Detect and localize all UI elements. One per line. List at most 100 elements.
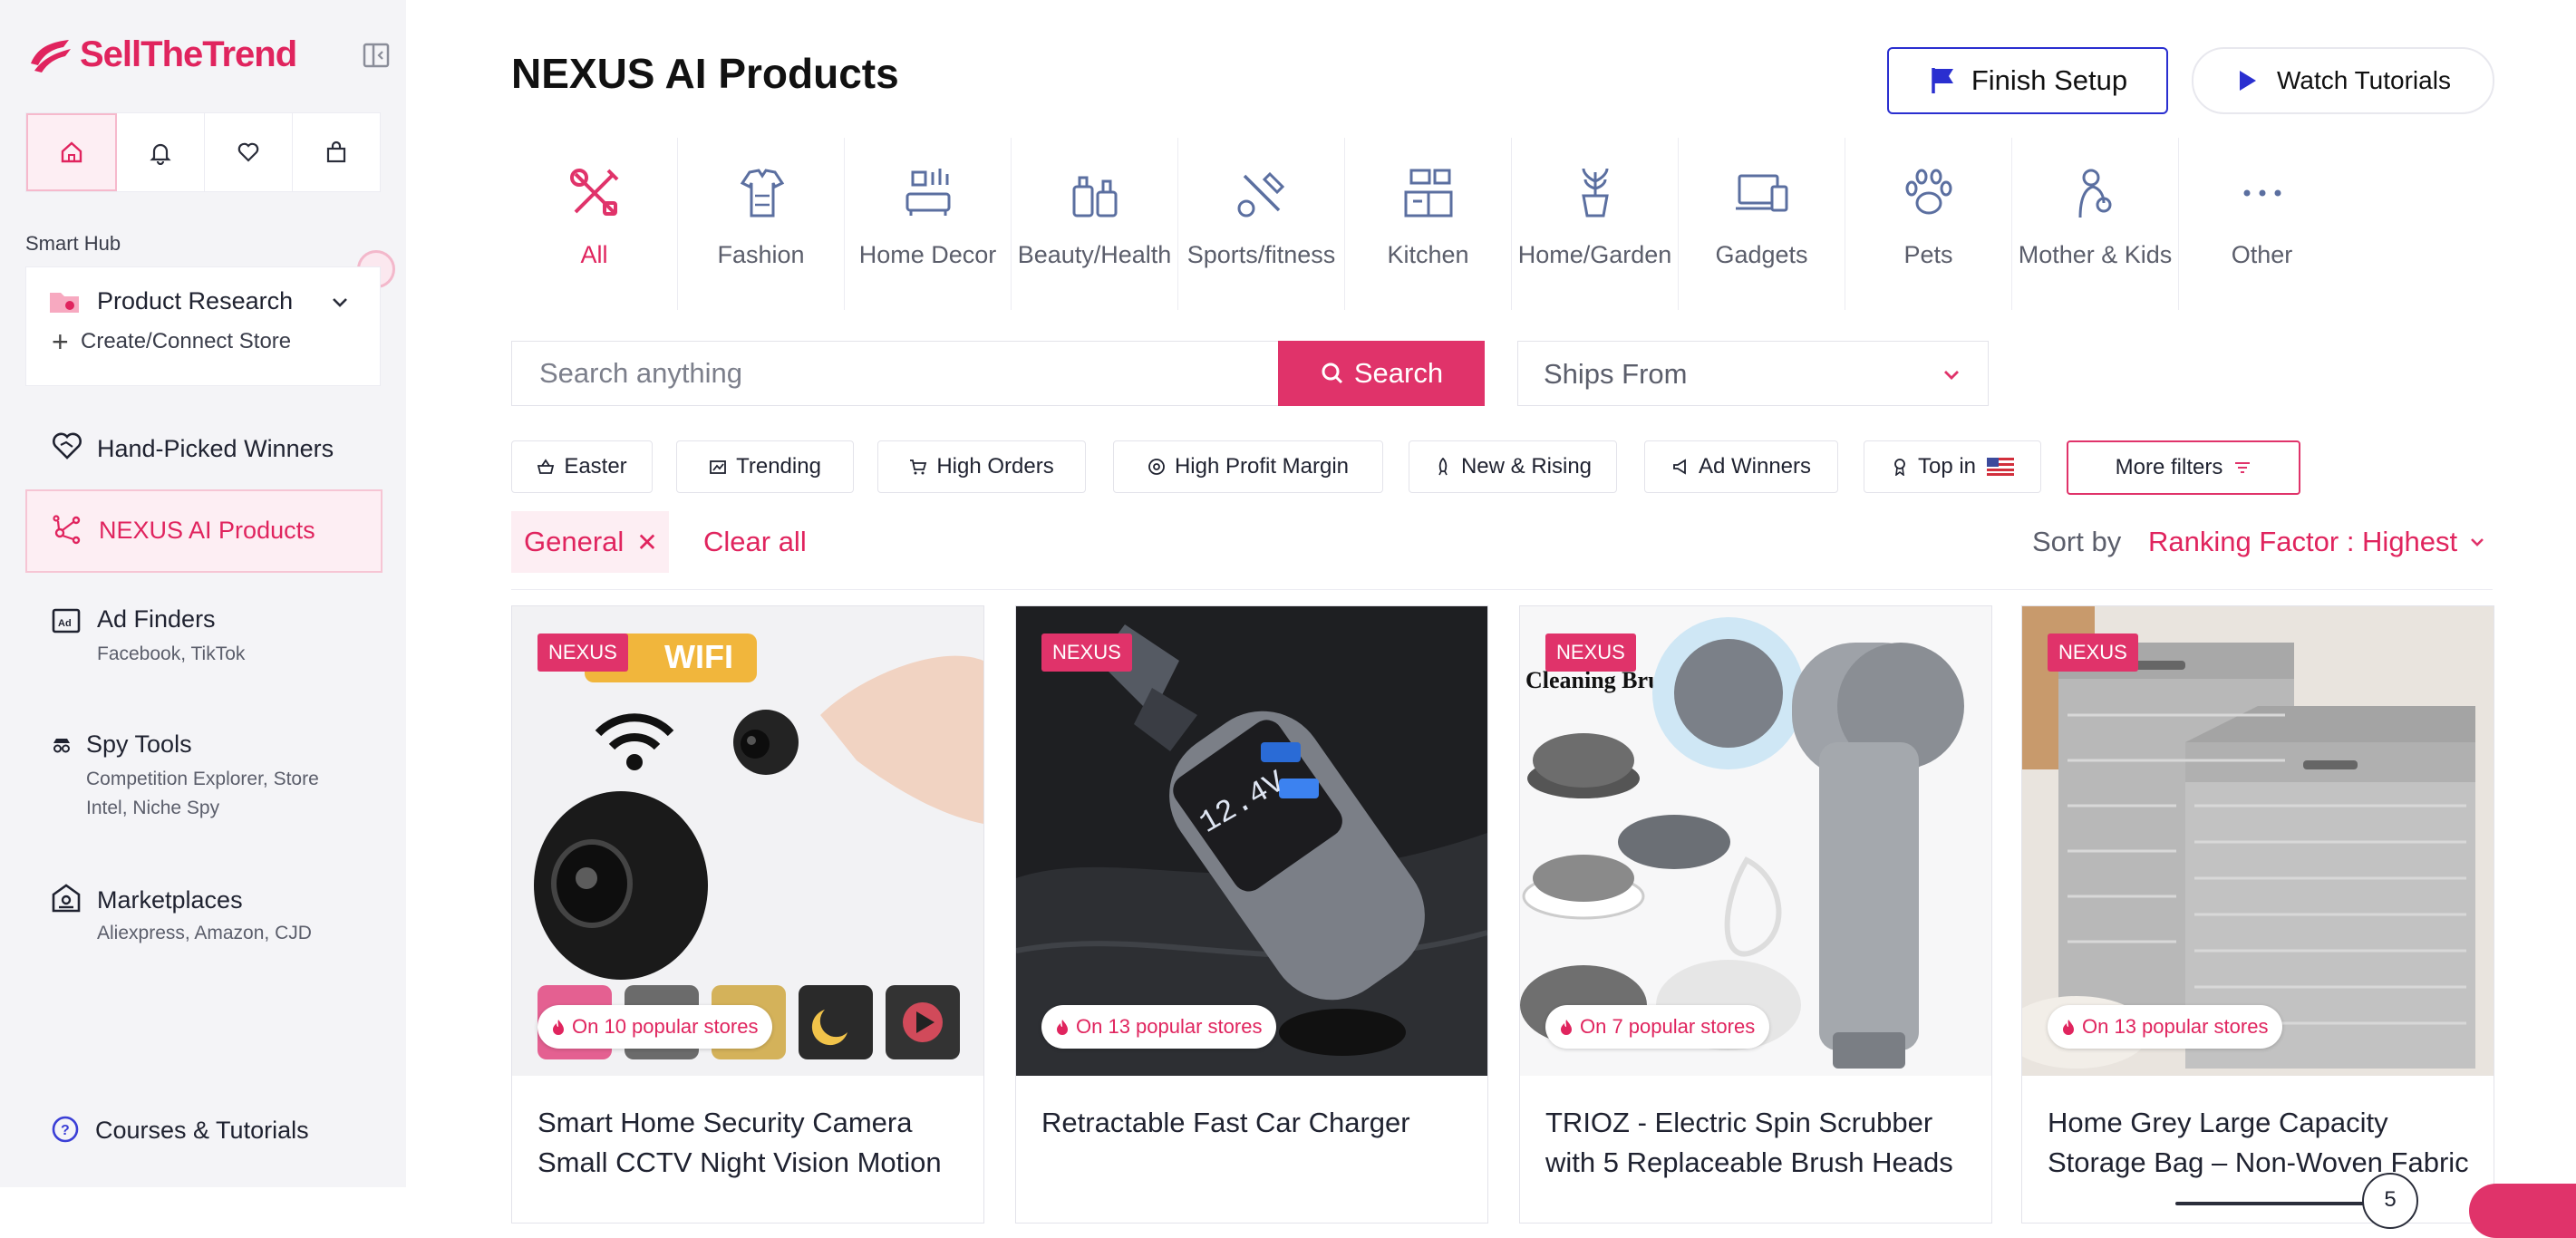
product-name[interactable]: Retractable Fast Car Charger: [1041, 1103, 1467, 1143]
nexus-badge: NEXUS: [537, 634, 628, 672]
scroll-track: [2175, 1202, 2384, 1205]
category-label: Home Decor: [858, 241, 997, 268]
product-image[interactable]: WIFI NEXUS On 10 popular stores: [512, 606, 983, 1076]
sidebar-item-sub: Competition Explorer, Store: [86, 769, 319, 789]
sidebar-item-hand-picked-winners[interactable]: Hand-Picked Winners: [25, 413, 379, 484]
ships-from-select[interactable]: Ships From: [1517, 341, 1989, 406]
category-home-decor[interactable]: Home Decor: [845, 138, 1012, 310]
cosmetics-icon: [1072, 176, 1117, 218]
folder-icon: [50, 293, 79, 313]
sort-dropdown[interactable]: Ranking Factor : Highest: [2148, 526, 2486, 558]
category-all[interactable]: All: [511, 138, 678, 310]
popular-stores-pill: On 7 popular stores: [1545, 1005, 1770, 1049]
nexus-badge: NEXUS: [1041, 634, 1132, 672]
heart-icon: [237, 142, 259, 162]
watch-tutorials-label: Watch Tutorials: [2277, 66, 2451, 94]
finish-setup-button[interactable]: Finish Setup: [1887, 47, 2168, 114]
cart-icon: [910, 459, 927, 475]
more-filters-button[interactable]: More filters: [2067, 440, 2300, 495]
product-card[interactable]: Cleaning Brush NEXUS On 7 popular stores…: [1519, 605, 1992, 1223]
quick-actions: [25, 112, 381, 192]
category-label: Kitchen: [1387, 241, 1469, 268]
product-image[interactable]: Cleaning Brush NEXUS On 7 popular stores: [1520, 606, 1991, 1076]
chip-trending[interactable]: Trending: [676, 440, 854, 493]
chip-high-profit-margin[interactable]: High Profit Margin: [1113, 440, 1383, 493]
chevron-down-icon[interactable]: [329, 291, 351, 313]
chip-top-in[interactable]: Top in: [1864, 440, 2041, 493]
category-sports-fitness[interactable]: Sports/fitness: [1178, 138, 1345, 310]
product-card[interactable]: NEXUS On 13 popular stores Home Grey Lar…: [2021, 605, 2494, 1223]
category-home-garden[interactable]: Home/Garden: [1512, 138, 1679, 310]
search-input[interactable]: [537, 356, 1230, 391]
chip-label: High Orders: [936, 454, 1054, 479]
favorites-button[interactable]: [205, 113, 293, 191]
megaphone-icon: [1673, 459, 1686, 475]
search-button[interactable]: Search: [1278, 341, 1485, 406]
product-name[interactable]: Smart Home Security Camera Small CCTV Ni…: [537, 1103, 964, 1183]
svg-text:?: ?: [61, 1123, 70, 1138]
category-kitchen[interactable]: Kitchen: [1345, 138, 1512, 310]
category-beauty-health[interactable]: Beauty/Health: [1012, 138, 1178, 310]
search-box: [511, 341, 1280, 406]
chat-widget-button[interactable]: [2469, 1184, 2576, 1238]
chip-easter[interactable]: Easter: [511, 440, 653, 493]
sidebar: SellTheTrend Smart Hub Product Research …: [0, 0, 406, 1187]
product-name[interactable]: Home Grey Large Capacity Storage Bag – N…: [2048, 1103, 2474, 1183]
sidebar-item-courses-tutorials[interactable]: ? Courses & Tutorials: [25, 1111, 379, 1175]
sidebar-item-label: NEXUS AI Products: [99, 517, 315, 544]
chip-label: High Profit Margin: [1174, 454, 1350, 479]
chip-label: Trending: [736, 454, 821, 479]
basket-icon: [537, 459, 555, 474]
sports-icon: [1237, 171, 1284, 218]
product-research-menu[interactable]: Product Research + Create/Connect Store: [25, 266, 381, 386]
product-image[interactable]: 12.4V NEXUS On 13 popular stores: [1016, 606, 1487, 1076]
category-gadgets[interactable]: Gadgets: [1679, 138, 1845, 310]
logo-swoosh-icon: [31, 39, 71, 73]
sidebar-item-ad-finders[interactable]: Ad Ad Finders Facebook, TikTok: [25, 591, 379, 685]
plus-icon: +: [52, 325, 69, 358]
active-filter-tag[interactable]: General ✕: [511, 511, 669, 573]
spy-icon: [53, 739, 70, 753]
chip-new-rising[interactable]: New & Rising: [1409, 440, 1617, 493]
watch-tutorials-button[interactable]: Watch Tutorials: [2192, 47, 2494, 114]
home-button[interactable]: [26, 113, 117, 191]
product-image[interactable]: NEXUS On 13 popular stores: [2022, 606, 2494, 1076]
chip-high-orders[interactable]: High Orders: [877, 440, 1086, 493]
search-icon: [1322, 363, 1342, 384]
remove-filter-icon[interactable]: ✕: [636, 527, 657, 557]
sidebar-item-marketplaces[interactable]: Marketplaces Aliexpress, Amazon, CJD: [25, 874, 379, 968]
popular-stores-label: On 7 popular stores: [1580, 1015, 1756, 1038]
chip-label: Top in: [1917, 454, 1977, 479]
shop-button[interactable]: [293, 113, 380, 191]
category-mother-kids[interactable]: Mother & Kids: [2012, 138, 2179, 310]
heart-handshake-icon: [53, 432, 82, 459]
award-icon: [1894, 459, 1905, 476]
chip-ad-winners[interactable]: Ad Winners: [1644, 440, 1838, 493]
sidebar-item-sub: Intel, Niche Spy: [86, 798, 220, 818]
category-other[interactable]: Other: [2179, 138, 2345, 310]
paw-icon: [1905, 169, 1951, 215]
sidebar-item-sub: Aliexpress, Amazon, CJD: [97, 923, 312, 943]
page-indicator[interactable]: 5: [2362, 1173, 2418, 1229]
sidebar-item-label: Marketplaces: [97, 886, 243, 914]
product-card[interactable]: WIFI NEXUS On 10 popular stores Smart Ho…: [511, 605, 984, 1223]
sidebar-item-nexus-ai-products[interactable]: NEXUS AI Products: [25, 489, 383, 573]
more-icon: [2243, 189, 2281, 197]
product-card[interactable]: 12.4V NEXUS On 13 popular stores Retract…: [1015, 605, 1488, 1223]
product-name[interactable]: TRIOZ - Electric Spin Scrubber with 5 Re…: [1545, 1103, 1971, 1183]
active-filter-label: General: [524, 526, 625, 557]
clear-all-link[interactable]: Clear all: [703, 526, 807, 558]
collapse-sidebar-icon[interactable]: [363, 42, 390, 69]
sidebar-item-spy-tools[interactable]: Spy Tools Competition Explorer, Store In…: [25, 723, 379, 836]
brand-logo[interactable]: SellTheTrend: [27, 34, 297, 75]
category-label: Fashion: [717, 241, 805, 268]
svg-text:Ad: Ad: [58, 618, 72, 629]
create-connect-store-link[interactable]: Create/Connect Store: [81, 329, 291, 354]
notifications-button[interactable]: [117, 113, 205, 191]
plant-icon: [1581, 168, 1609, 218]
category-pets[interactable]: Pets: [1845, 138, 2012, 310]
sidebar-item-label: Hand-Picked Winners: [97, 435, 334, 462]
flag-icon: [1932, 68, 1953, 93]
sidebar-item-label: Courses & Tutorials: [95, 1117, 309, 1144]
category-fashion[interactable]: Fashion: [678, 138, 845, 310]
